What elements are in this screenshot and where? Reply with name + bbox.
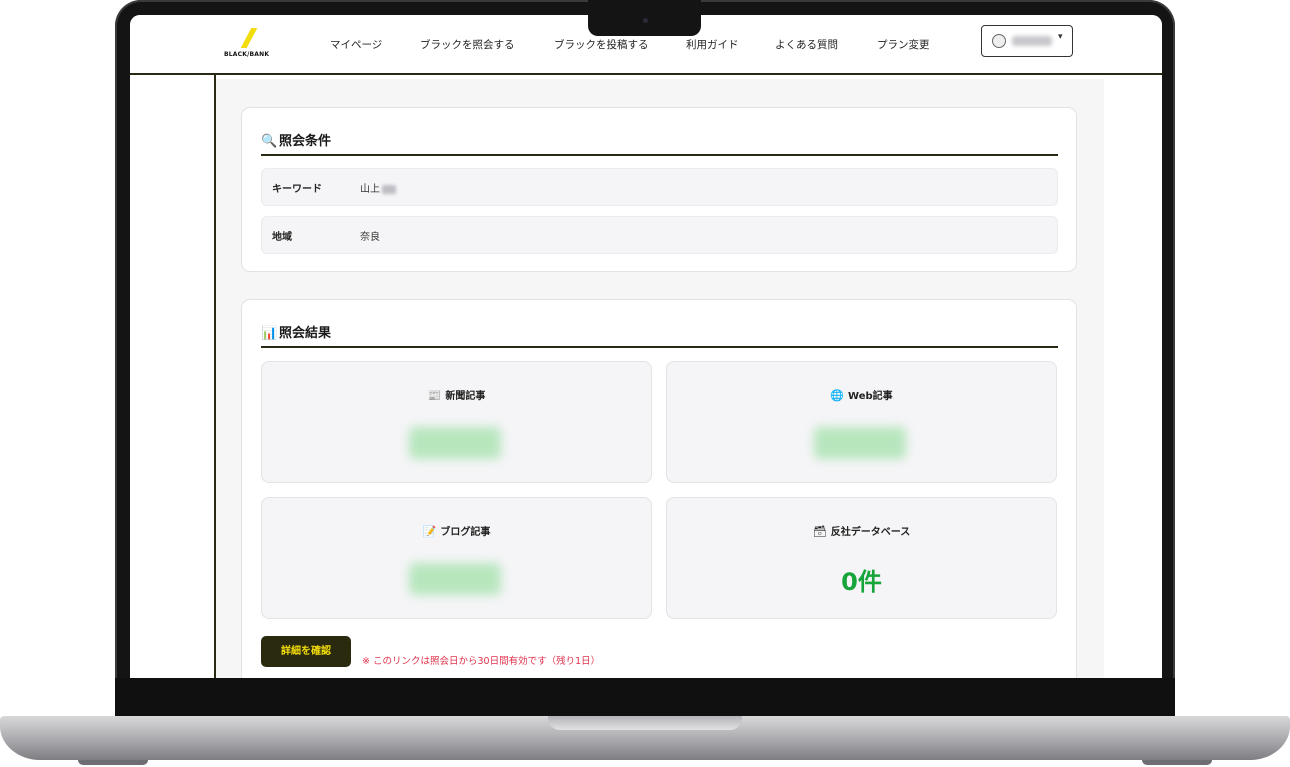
result-tile-web: 🌐 Web記事: [666, 361, 1057, 483]
file-cabinet-icon: 🗃: [812, 525, 827, 538]
user-menu-button[interactable]: ▾: [981, 25, 1073, 57]
nav-post-black[interactable]: ブラックを投稿する: [554, 37, 649, 52]
nav-plan-change[interactable]: プラン変更: [877, 37, 930, 52]
nav-mypage[interactable]: マイページ: [330, 37, 382, 52]
results-title-text: 照会結果: [279, 326, 332, 341]
result-count: 0件: [841, 568, 882, 596]
result-tile-blog: 📝 ブログ記事: [261, 497, 652, 619]
view-details-button[interactable]: 詳細を確認: [261, 636, 351, 667]
avatar-icon: [992, 34, 1006, 48]
conditions-card: 🔍 照会条件 キーワード 山上 地域 奈良: [241, 107, 1077, 272]
camera-icon: [643, 18, 648, 23]
results-card: 📊 照会結果 📰 新聞記事 🌐 Web記事 📝 ブログ記事 🗃 反社データベース 0件: [241, 299, 1077, 678]
results-title-rule: [261, 346, 1058, 348]
condition-value: 奈良: [360, 232, 380, 243]
screen: BLACK/BANK マイページ ブラックを照会する ブラックを投稿する 利用ガ…: [130, 15, 1162, 678]
result-tile-antisocial-db: 🗃 反社データベース 0件: [666, 497, 1057, 619]
conditions-title: 🔍 照会条件: [261, 130, 331, 149]
tile-label-text: ブログ記事: [440, 527, 491, 538]
tile-label: 🗃 反社データベース: [667, 523, 1056, 538]
laptop-foot-right: [1142, 760, 1212, 765]
site-logo[interactable]: BLACK/BANK: [220, 26, 280, 62]
laptop-foot-left: [78, 760, 148, 765]
memo-icon: 📝: [422, 525, 437, 538]
tile-label: 📰 新聞記事: [262, 387, 651, 402]
tile-label: 🌐 Web記事: [667, 387, 1056, 402]
conditions-title-rule: [261, 154, 1058, 156]
nav-usage-guide[interactable]: 利用ガイド: [686, 37, 739, 52]
tile-label: 📝 ブログ記事: [262, 523, 651, 538]
tile-label-text: Web記事: [848, 391, 893, 402]
logo-slash-icon: [240, 28, 258, 48]
condition-value: 山上: [360, 180, 396, 195]
logo-text: BLACK/BANK: [224, 51, 270, 58]
globe-icon: 🌐: [830, 389, 845, 402]
nav-inquire-black[interactable]: ブラックを照会する: [420, 37, 515, 52]
laptop-chin: [115, 678, 1175, 716]
redacted-count: [409, 563, 501, 595]
result-tile-newspaper: 📰 新聞記事: [261, 361, 652, 483]
redacted-text: [382, 184, 396, 194]
results-title: 📊 照会結果: [261, 322, 331, 341]
condition-row-keyword: キーワード 山上: [261, 168, 1058, 206]
nav-faq[interactable]: よくある質問: [775, 37, 838, 52]
condition-label: 地域: [272, 232, 292, 243]
chevron-down-icon: ▾: [1058, 32, 1063, 42]
conditions-title-text: 照会条件: [279, 134, 332, 149]
search-icon: 🔍: [261, 134, 278, 149]
newspaper-icon: 📰: [427, 389, 442, 402]
bar-chart-icon: 📊: [261, 326, 278, 341]
tile-label-text: 反社データベース: [830, 527, 911, 538]
condition-row-region: 地域 奈良: [261, 216, 1058, 254]
user-name-redacted: [1012, 36, 1052, 46]
redacted-count: [409, 427, 501, 459]
condition-value-text: 山上: [360, 184, 380, 195]
link-expiry-notice: ※ このリンクは照会日から30日間有効です（残り1日）: [362, 656, 601, 667]
laptop-base-notch: [548, 716, 742, 730]
tile-label-text: 新聞記事: [445, 391, 486, 402]
condition-label: キーワード: [272, 184, 322, 195]
redacted-count: [814, 427, 906, 459]
